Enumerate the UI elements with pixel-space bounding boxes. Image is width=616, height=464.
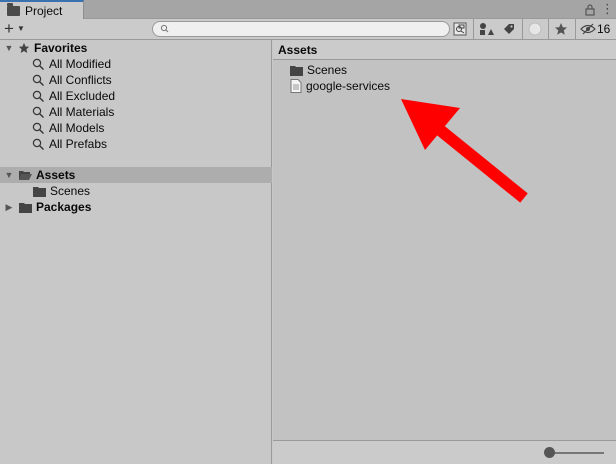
folder-icon: [33, 186, 46, 197]
shapes-icon: [480, 23, 494, 35]
search-mode-button[interactable]: [450, 20, 470, 38]
status-bar: [273, 440, 616, 464]
filter-by-type-button[interactable]: [475, 20, 497, 38]
breadcrumb-item-assets[interactable]: Assets: [278, 43, 317, 57]
tree-label: All Excluded: [49, 89, 116, 103]
tree-label: Scenes: [50, 184, 91, 198]
tree-label: All Modified: [49, 57, 112, 71]
tree-label: All Materials: [49, 105, 115, 119]
chevron-right-icon[interactable]: ▶: [4, 202, 14, 212]
tag-icon: [504, 24, 514, 34]
favorite-button[interactable]: [550, 20, 572, 38]
tree-label: All Conflicts: [49, 73, 112, 87]
tree-item-all-prefabs[interactable]: All Prefabs: [0, 136, 272, 152]
tree-item-all-modified[interactable]: All Modified: [0, 56, 272, 72]
tree-label: Assets: [36, 168, 76, 182]
folder-tree-panel: ▼ Favorites All Modified All Conflicts A…: [0, 40, 272, 464]
tree-item-packages[interactable]: ▶ Packages: [0, 199, 272, 215]
folder-icon: [19, 202, 32, 213]
chevron-down-icon[interactable]: ▼: [4, 170, 14, 180]
tree-item-assets[interactable]: ▼ Assets: [0, 167, 272, 183]
search-icon: [32, 138, 44, 150]
kebab-menu-icon[interactable]: ⋮: [601, 2, 614, 16]
eye-crossed-icon: [580, 23, 596, 35]
tab-bar: Project ⋮: [0, 0, 616, 19]
folder-icon: [7, 2, 20, 16]
list-item-label: google-services: [306, 79, 391, 93]
tree-label: Packages: [36, 200, 92, 214]
asset-list-panel: Assets Scenes google-services: [273, 40, 616, 464]
toolbar-separator: [548, 19, 549, 40]
search-icon: [32, 106, 44, 118]
search-input[interactable]: [152, 21, 450, 37]
toolbar: + ▼ 16: [0, 19, 616, 40]
tree-label: All Prefabs: [49, 137, 108, 151]
folder-icon: [290, 65, 303, 76]
list-item-scenes[interactable]: Scenes: [290, 62, 347, 78]
list-item-label: Scenes: [307, 63, 348, 77]
list-item-google-services[interactable]: google-services: [290, 78, 390, 94]
tab-label: Project: [25, 3, 63, 18]
lock-icon[interactable]: [584, 3, 596, 16]
search-icon: [32, 122, 44, 134]
status-circle-icon: [528, 22, 542, 36]
tree-item-all-excluded[interactable]: All Excluded: [0, 88, 272, 104]
tree-label: All Models: [49, 121, 105, 135]
file-icon: [290, 79, 302, 93]
plus-icon: +: [4, 19, 14, 38]
hidden-packages-toggle[interactable]: 16: [580, 21, 614, 37]
tree-label: Favorites: [34, 41, 88, 55]
star-icon: [555, 23, 567, 35]
toolbar-separator: [522, 19, 523, 40]
tree-item-all-materials[interactable]: All Materials: [0, 104, 272, 120]
breadcrumb: Assets: [273, 40, 616, 60]
tab-project[interactable]: Project: [0, 0, 84, 19]
hidden-count-label: 16: [597, 22, 611, 36]
filter-by-status-button[interactable]: [524, 20, 546, 38]
chevron-down-icon: ▼: [16, 24, 25, 33]
icon-size-slider-handle[interactable]: [544, 447, 555, 458]
search-mode-icon: [453, 22, 467, 36]
search-icon: [32, 58, 44, 70]
tree-item-all-models[interactable]: All Models: [0, 120, 272, 136]
search-icon: [32, 90, 44, 102]
chevron-down-icon[interactable]: ▼: [4, 43, 14, 53]
folder-open-icon: [19, 171, 32, 180]
toolbar-separator: [575, 19, 576, 40]
create-button[interactable]: + ▼: [4, 19, 34, 38]
star-icon: [18, 42, 30, 53]
tree-item-scenes[interactable]: Scenes: [0, 183, 272, 199]
tree-item-favorites[interactable]: ▼ Favorites: [0, 40, 272, 56]
filter-by-label-button[interactable]: [498, 20, 520, 38]
search-icon: [160, 24, 169, 33]
tree-item-all-conflicts[interactable]: All Conflicts: [0, 72, 272, 88]
search-icon: [32, 74, 44, 86]
toolbar-separator: [473, 19, 474, 40]
